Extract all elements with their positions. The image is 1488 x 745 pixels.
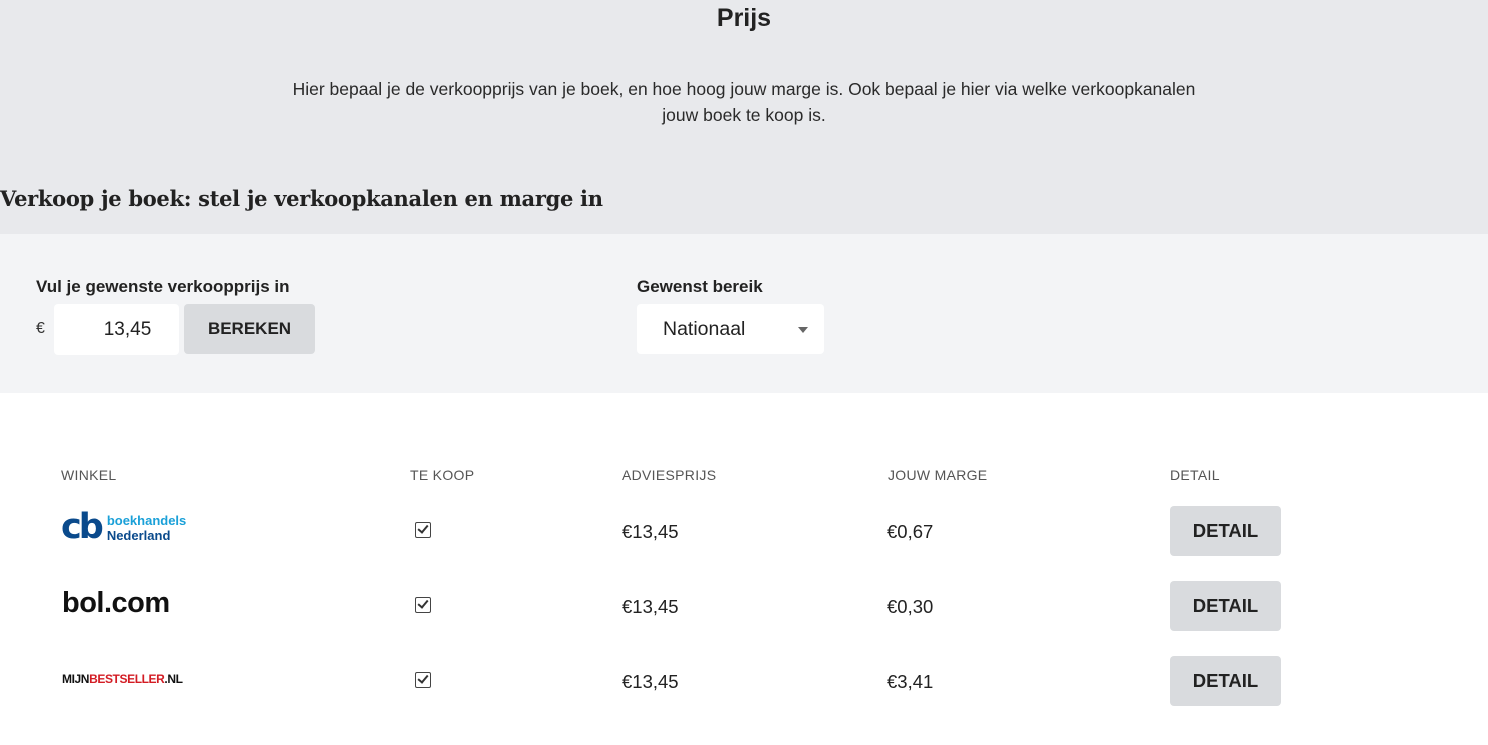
currency-symbol: € [36, 320, 45, 337]
column-header-winkel: WINKEL [61, 467, 117, 483]
for-sale-checkbox[interactable] [415, 597, 431, 613]
column-header-detail: DETAIL [1170, 467, 1220, 483]
detail-button[interactable]: DETAIL [1170, 656, 1281, 706]
calculate-button[interactable]: BEREKEN [184, 304, 315, 354]
bol-com-logo: bol.com [62, 587, 170, 619]
reach-selected-value: Nationaal [663, 317, 746, 340]
boekhandels-logo-line2: Nederland [106, 527, 171, 543]
mijnbestseller-logo-part1: MIJN [62, 672, 90, 686]
intro-text: Hier bepaal je de verkoopprijs van je bo… [244, 76, 1244, 128]
page-title: Prijs [716, 4, 772, 32]
advice-price: €13,45 [622, 671, 679, 692]
price-controls: Vul je gewenste verkoopprijs in € BEREKE… [0, 234, 1488, 393]
margin-value: €0,67 [887, 521, 934, 542]
intro-line-2: jouw boek te koop is. [662, 105, 826, 125]
reach-label: Gewenst bereik [637, 277, 763, 296]
column-header-adviesprijs: ADVIESPRIJS [622, 467, 717, 483]
chevron-down-icon [798, 327, 808, 333]
price-label: Vul je gewenste verkoopprijs in [36, 277, 290, 296]
mijnbestseller-logo-part2: BESTSELLER [89, 672, 165, 686]
reach-select[interactable]: Nationaal [637, 304, 824, 354]
margin-value: €3,41 [887, 671, 934, 692]
page-header: Prijs Hier bepaal je de verkoopprijs van… [0, 0, 1488, 234]
boekhandels-logo-mark: cb [61, 507, 104, 547]
detail-button[interactable]: DETAIL [1170, 581, 1281, 631]
advice-price: €13,45 [622, 596, 679, 617]
mijnbestseller-logo-part3: .NL [164, 672, 183, 686]
detail-button[interactable]: DETAIL [1170, 506, 1281, 556]
advice-price: €13,45 [622, 521, 679, 542]
boekhandels-nederland-logo: cb boekhandels Nederland [61, 510, 186, 545]
boekhandels-logo-line1: boekhandels [106, 512, 187, 528]
margin-value: €0,30 [887, 596, 934, 617]
section-title: Verkoop je boek: stel je verkoopkanalen … [0, 186, 603, 211]
price-input[interactable] [54, 304, 179, 355]
column-header-jouw-marge: JOUW MARGE [888, 467, 988, 483]
mijnbestseller-logo: MIJNBESTSELLER.NL [62, 672, 183, 686]
for-sale-checkbox[interactable] [415, 672, 431, 688]
column-header-te-koop: TE KOOP [410, 467, 475, 483]
intro-line-1: Hier bepaal je de verkoopprijs van je bo… [292, 79, 1196, 99]
for-sale-checkbox[interactable] [415, 522, 431, 538]
